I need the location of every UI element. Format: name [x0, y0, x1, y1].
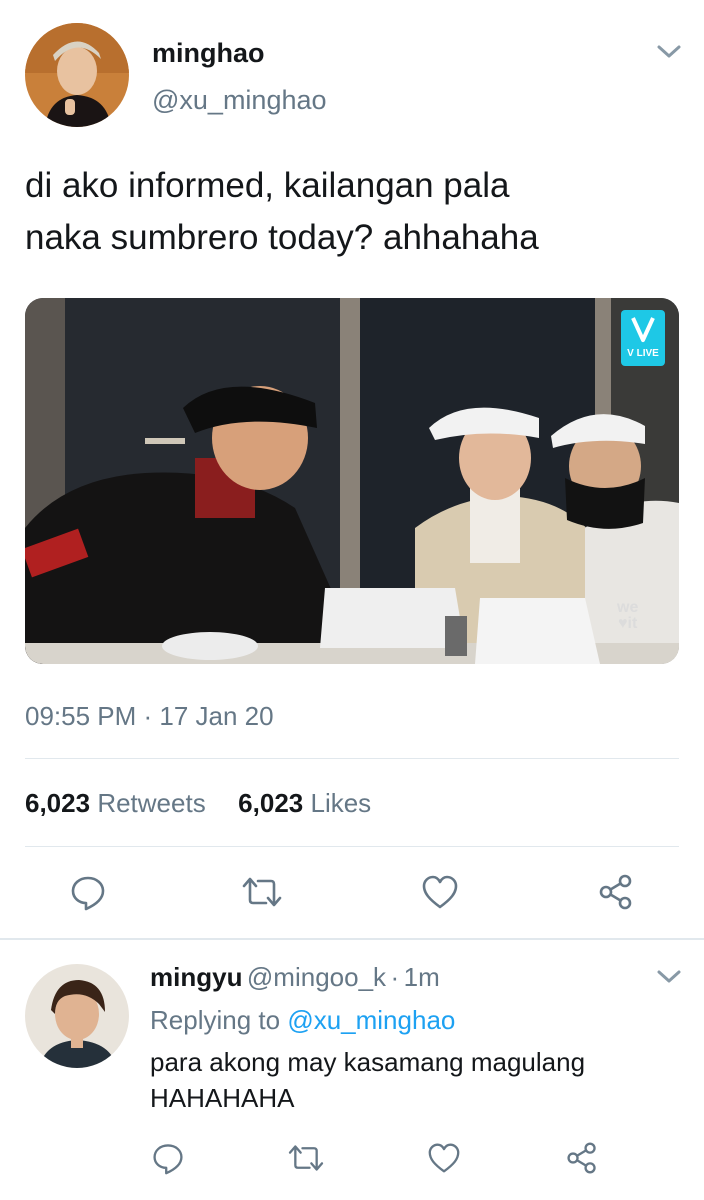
reply-display-name[interactable]: mingyu [150, 962, 242, 992]
reply-icon [71, 876, 105, 911]
tweet-media-image[interactable]: V LIVE we ♥it [25, 298, 679, 664]
replying-to-label: Replying to [150, 1005, 281, 1035]
reply-header: mingyu @mingoo_k · 1m [150, 962, 440, 993]
reply-button[interactable] [68, 872, 108, 912]
replying-to: Replying to @xu_minghao [150, 1005, 455, 1036]
reply-author-avatar[interactable] [25, 964, 129, 1068]
likes-count: 6,023 [238, 788, 304, 818]
reply-more-button[interactable] [656, 969, 682, 985]
reply-like-button[interactable] [424, 1138, 464, 1178]
reply-time[interactable]: 1m [404, 962, 440, 992]
author-handle[interactable]: @xu_minghao [152, 85, 327, 116]
replying-to-handle-link[interactable]: @xu_minghao [287, 1005, 455, 1035]
vlive-badge-label: V LIVE [627, 348, 659, 359]
media-watermark: we ♥it [617, 600, 638, 632]
chevron-down-icon [657, 45, 681, 58]
reply-text-line: para akong may kasamang magulang [150, 1047, 586, 1077]
author-display-name[interactable]: minghao [152, 38, 265, 69]
media-watermark-line: we [617, 599, 639, 616]
tweet-text-line: di ako informed, kailangan pala [25, 166, 510, 205]
reply-retweet-button[interactable] [286, 1138, 326, 1178]
reply-text-line: HAHAHAHA [150, 1083, 295, 1113]
tweet-text-line: naka sumbrero today? ahhahaha [25, 218, 539, 257]
vlive-logo-icon [629, 312, 657, 346]
heart-icon [428, 1143, 460, 1173]
media-watermark-line: ♥it [618, 615, 638, 632]
tweet-more-button[interactable] [656, 44, 682, 60]
retweets-stat[interactable]: 6,023 Retweets [25, 788, 213, 818]
retweets-label: Retweets [97, 788, 206, 818]
reply-icon [153, 1144, 183, 1175]
retweets-count: 6,023 [25, 788, 91, 818]
share-icon [599, 874, 632, 910]
reply-share-button[interactable] [562, 1138, 602, 1178]
share-button[interactable] [596, 872, 636, 912]
tweet-text: di ako informed, kailangan pala naka sum… [25, 160, 665, 264]
retweet-icon [242, 877, 282, 907]
divider [25, 758, 679, 759]
tweet-stats: 6,023 Retweets 6,023 Likes [25, 788, 371, 819]
divider [0, 938, 704, 940]
share-icon [567, 1142, 596, 1174]
like-button[interactable] [420, 872, 460, 912]
reply-separator: · [390, 962, 400, 992]
reply-text: para akong may kasamang magulang HAHAHAH… [150, 1044, 670, 1116]
divider [25, 846, 679, 847]
likes-label: Likes [310, 788, 372, 818]
reply-handle[interactable]: @mingoo_k [247, 962, 386, 992]
retweet-icon [288, 1145, 324, 1171]
chevron-down-icon [657, 970, 681, 983]
likes-stat[interactable]: 6,023 Likes [238, 788, 371, 818]
heart-icon [422, 875, 458, 909]
retweet-button[interactable] [242, 872, 282, 912]
tweet-timestamp[interactable]: 09:55 PM · 17 Jan 20 [25, 701, 274, 732]
reply-reply-button[interactable] [148, 1138, 188, 1178]
author-avatar[interactable] [25, 23, 129, 127]
